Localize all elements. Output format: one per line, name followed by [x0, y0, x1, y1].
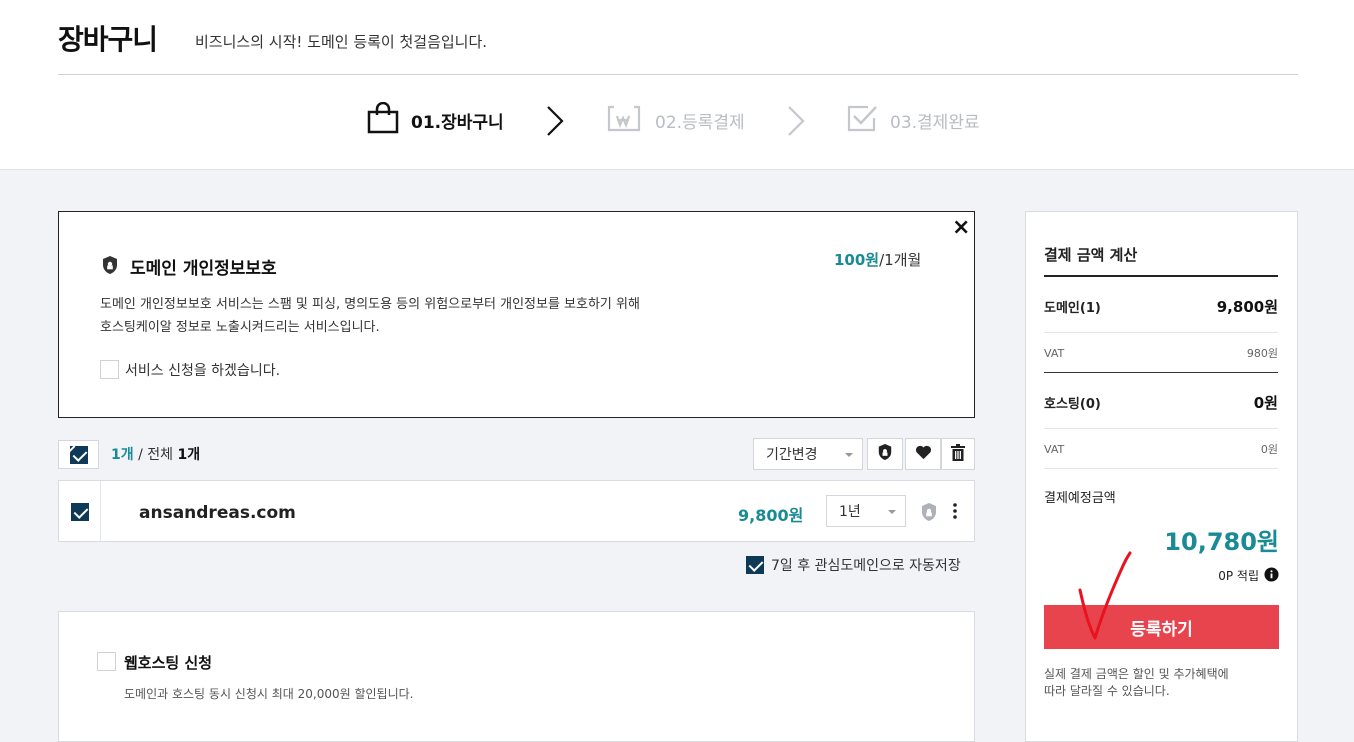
- step-cart: 01.장바구니: [367, 100, 504, 140]
- total-count: 1개: [177, 447, 201, 463]
- table-row: ansandreas.com 9,800원 1년: [58, 480, 975, 542]
- page-header: 장바구니 비즈니스의 시작! 도메인 등록이 첫걸음입니다. 01.장바구니 0…: [0, 0, 1354, 170]
- privacy-protection-card: × 도메인 개인정보보호 100원/1개월 도메인 개인정보보호 서비스는 스팸…: [58, 211, 975, 418]
- row-divider: [100, 481, 101, 541]
- vat-label: VAT: [1044, 346, 1065, 360]
- selected-count: 1개: [111, 447, 134, 463]
- row-divider: [1044, 428, 1278, 429]
- privacy-price: 100원/1개월: [834, 249, 921, 270]
- page-subtitle: 비즈니스의 시작! 도메인 등록이 첫걸음입니다.: [195, 33, 488, 51]
- item-period-select[interactable]: 1년: [826, 495, 906, 527]
- favorite-button[interactable]: [905, 438, 941, 470]
- autosave-label: 7일 후 관심도메인으로 자동저장: [771, 558, 961, 574]
- vat-value: 980원: [1246, 347, 1278, 360]
- payment-card-icon: [606, 103, 642, 137]
- payment-summary-card: 결제 금액 계산 도메인(1) 9,800원 VAT 980원 호스팅(0) 0…: [1025, 211, 1298, 742]
- row-divider: [1044, 332, 1278, 333]
- shield-lock-icon: [101, 255, 119, 279]
- web-hosting-card: 웹호스팅 신청 도메인과 호스팅 동시 신청시 최대 20,000원 할인됩니다…: [58, 611, 975, 742]
- privacy-title: 도메인 개인정보보호: [130, 259, 277, 279]
- more-options-icon[interactable]: [952, 502, 958, 524]
- caret-down-icon: [845, 453, 853, 457]
- period-change-label: 기간변경: [766, 447, 818, 463]
- check-box-icon: [846, 103, 878, 137]
- row-divider: [1044, 468, 1278, 469]
- domain-name: ansandreas.com: [139, 503, 296, 523]
- expected-amount-value: 10,780원: [1164, 528, 1279, 556]
- hosting-checkbox[interactable]: [97, 652, 116, 671]
- vat-value: 0원: [1260, 443, 1278, 456]
- privacy-price-unit: /1개월: [879, 251, 922, 269]
- period-change-select[interactable]: 기간변경: [753, 438, 863, 470]
- total-label: 전체: [147, 447, 174, 463]
- summary-divider: [1044, 275, 1278, 277]
- step-label: 01.장바구니: [411, 112, 504, 133]
- summary-vat-row: VAT 0원: [1044, 441, 1278, 457]
- page-title: 장바구니: [58, 23, 158, 56]
- privacy-description-line1: 도메인 개인정보보호 서비스는 스팸 및 피싱, 명의도용 등의 위험으로부터 …: [100, 297, 640, 312]
- chevron-right-icon: [784, 104, 808, 142]
- red-checkmark-annotation: [1078, 551, 1132, 640]
- info-icon[interactable]: [1264, 567, 1279, 586]
- hosting-label: 호스팅(0): [1044, 397, 1101, 412]
- chevron-right-icon: [543, 104, 567, 142]
- summary-vat-row: VAT 980원: [1044, 345, 1278, 361]
- step-complete: 03.결제완료: [846, 100, 980, 140]
- vat-label: VAT: [1044, 442, 1065, 456]
- header-divider: [58, 74, 1298, 75]
- select-all-checkbox-mark: [70, 446, 88, 464]
- row-divider: [1044, 372, 1278, 373]
- privacy-agree-label: 서비스 신청을 하겠습니다.: [125, 363, 281, 379]
- summary-hosting-row: 호스팅(0) 0원: [1044, 392, 1278, 413]
- heart-icon: [915, 445, 932, 464]
- item-checkbox[interactable]: [71, 503, 89, 521]
- caret-down-icon: [888, 510, 896, 514]
- delete-button[interactable]: [941, 438, 975, 470]
- privacy-description-line2: 호스팅케이알 정보로 노출시켜드리는 서비스입니다.: [100, 320, 380, 335]
- shopping-bag-icon: [367, 101, 399, 138]
- summary-note-line2: 따라 달라질 수 있습니다.: [1044, 684, 1170, 698]
- summary-title: 결제 금액 계산: [1044, 246, 1138, 264]
- step-label: 02.등록결제: [655, 112, 745, 133]
- privacy-protect-button[interactable]: [867, 438, 903, 470]
- close-icon[interactable]: ×: [952, 215, 970, 240]
- autosave-checkbox[interactable]: [746, 556, 764, 574]
- hosting-value: 0원: [1253, 394, 1278, 412]
- shield-lock-icon[interactable]: [920, 502, 938, 526]
- step-payment: 02.등록결제: [606, 100, 745, 140]
- step-label: 03.결제완료: [890, 112, 980, 133]
- selection-count: 1개 / 전체 1개: [111, 444, 200, 464]
- select-all-checkbox[interactable]: [58, 440, 99, 469]
- shield-lock-icon: [877, 443, 893, 465]
- points-label: 0P 적립: [1218, 569, 1259, 583]
- summary-domain-row: 도메인(1) 9,800원: [1044, 296, 1278, 317]
- summary-note-line1: 실제 결제 금액은 할인 및 추가혜택에: [1044, 667, 1229, 681]
- domain-value: 9,800원: [1216, 298, 1278, 316]
- item-period-value: 1년: [839, 504, 861, 520]
- domain-label: 도메인(1): [1044, 301, 1101, 316]
- trash-icon: [951, 443, 965, 465]
- expected-amount-label: 결제예정금액: [1044, 491, 1116, 506]
- item-price: 9,800원: [738, 506, 804, 525]
- hosting-title: 웹호스팅 신청: [124, 654, 213, 672]
- count-separator: /: [133, 447, 148, 463]
- hosting-description: 도메인과 호스팅 동시 신청시 최대 20,000원 할인됩니다.: [124, 687, 414, 701]
- privacy-agree-checkbox[interactable]: [100, 360, 119, 379]
- privacy-price-value: 100원: [834, 251, 880, 269]
